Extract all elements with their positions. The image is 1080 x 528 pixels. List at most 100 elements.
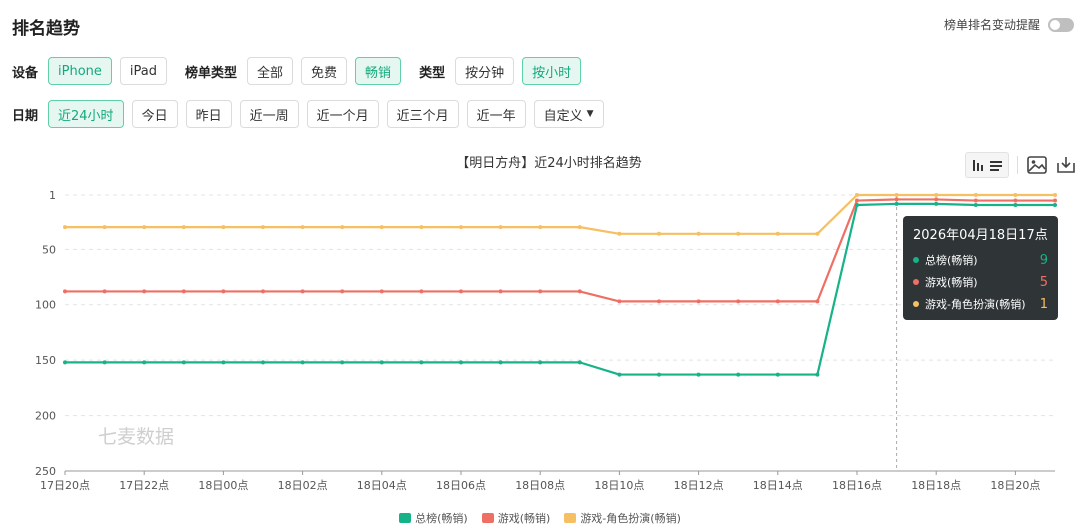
data-point: [63, 360, 67, 365]
data-point: [419, 225, 424, 230]
data-point: [340, 225, 345, 230]
data-point: [934, 201, 939, 206]
data-point: [181, 289, 186, 294]
tooltip-series-value: 5: [1039, 274, 1048, 290]
data-point: [815, 231, 820, 236]
x-tick-label: 18日08点: [515, 479, 565, 492]
data-point: [973, 202, 978, 207]
x-tick-label: 18日10点: [594, 479, 644, 492]
legend-swatch: [481, 513, 494, 523]
data-point: [102, 225, 107, 230]
data-point: [1013, 198, 1018, 203]
x-tick-label: 18日00点: [198, 479, 248, 492]
data-point: [855, 202, 859, 207]
x-tick-label: 18日04点: [357, 479, 407, 492]
data-point: [894, 197, 899, 202]
data-point: [855, 198, 859, 203]
data-point: [498, 360, 503, 365]
x-tick-label: 18日02点: [278, 479, 328, 492]
watermark: 七麦数据: [98, 426, 174, 448]
x-tick-label: 18日14点: [753, 479, 803, 492]
data-point: [657, 372, 661, 377]
data-point: [379, 360, 384, 365]
data-point: [63, 289, 67, 294]
data-point: [221, 225, 226, 230]
series-dot-icon: [913, 301, 919, 307]
tooltip-row: 总榜(畅销) 9: [913, 249, 1048, 271]
data-point: [498, 225, 503, 230]
x-tick-label: 17日22点: [119, 479, 169, 492]
data-point: [973, 193, 978, 197]
data-point: [340, 289, 345, 294]
data-point: [815, 299, 820, 304]
data-point: [736, 299, 741, 304]
data-point: [894, 193, 899, 197]
data-point: [577, 289, 582, 294]
y-tick-label: 50: [42, 243, 56, 256]
data-point: [300, 225, 305, 230]
x-tick-label: 18日16点: [832, 479, 882, 492]
data-point: [775, 231, 780, 236]
legend-item[interactable]: 总榜(畅销): [399, 510, 468, 526]
data-point: [736, 231, 741, 236]
tooltip-row: 游戏(畅销) 5: [913, 271, 1048, 293]
data-point: [538, 360, 543, 365]
tooltip-title: 2026年04月18日17点: [913, 228, 1048, 243]
data-point: [657, 231, 661, 236]
y-tick-label: 1: [49, 189, 56, 202]
data-point: [736, 372, 741, 377]
data-point: [142, 225, 147, 230]
data-point: [1053, 198, 1057, 203]
data-point: [459, 289, 463, 294]
legend-label: 游戏-角色扮演(畅销): [580, 512, 681, 525]
data-point: [617, 372, 622, 377]
data-point: [300, 360, 305, 365]
tooltip-series-name: 游戏-角色扮演(畅销): [925, 298, 1026, 311]
data-point: [419, 289, 424, 294]
data-point: [1053, 202, 1057, 207]
data-point: [459, 225, 463, 230]
tooltip-series-name: 游戏(畅销): [925, 276, 978, 289]
legend-swatch: [399, 513, 412, 523]
y-tick-label: 100: [35, 299, 56, 312]
legend-swatch: [564, 513, 577, 523]
data-point: [894, 201, 899, 206]
data-point: [261, 289, 265, 294]
y-tick-label: 250: [35, 465, 56, 478]
data-point: [261, 360, 265, 365]
data-point: [379, 289, 384, 294]
data-point: [142, 360, 147, 365]
tooltip-series-name: 总榜(畅销): [925, 254, 978, 267]
data-point: [815, 372, 820, 377]
data-point: [221, 289, 226, 294]
data-point: [379, 225, 384, 230]
legend-label: 总榜(畅销): [415, 512, 468, 525]
data-point: [142, 289, 147, 294]
data-point: [459, 360, 463, 365]
data-point: [181, 360, 186, 365]
data-point: [696, 299, 701, 304]
data-point: [577, 360, 582, 365]
y-tick-label: 150: [35, 354, 56, 367]
data-point: [1013, 202, 1018, 207]
data-point: [617, 299, 622, 304]
x-tick-label: 18日20点: [990, 479, 1040, 492]
legend-item[interactable]: 游戏-角色扮演(畅销): [564, 510, 681, 526]
data-point: [221, 360, 226, 365]
data-point: [934, 197, 939, 202]
x-tick-label: 18日06点: [436, 479, 486, 492]
data-point: [696, 231, 701, 236]
data-point: [1013, 193, 1018, 197]
legend-item[interactable]: 游戏(畅销): [481, 510, 550, 526]
data-point: [300, 289, 305, 294]
x-tick-label: 18日18点: [911, 479, 961, 492]
series-dot-icon: [913, 279, 919, 285]
series-dot-icon: [913, 257, 919, 263]
data-point: [617, 231, 622, 236]
data-point: [775, 299, 780, 304]
x-tick-label: 17日20点: [40, 479, 90, 492]
data-point: [102, 360, 107, 365]
data-point: [657, 299, 661, 304]
data-point: [63, 225, 67, 230]
tooltip-series-value: 9: [1039, 252, 1048, 268]
